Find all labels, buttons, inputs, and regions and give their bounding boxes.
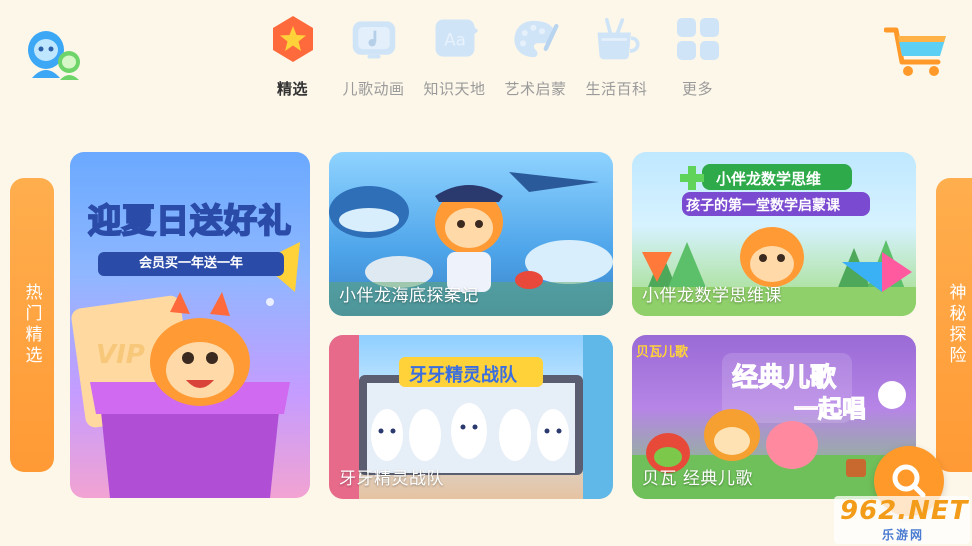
- video-card-teeth[interactable]: 牙牙精灵战队 牙牙精灵战队: [329, 335, 613, 499]
- side-tab-hot-picks[interactable]: 热门精选: [10, 178, 54, 472]
- nav-label: 艺术启蒙: [504, 80, 567, 98]
- card-title: 贝瓦 经典儿歌: [642, 469, 753, 489]
- svg-text:Aa: Aa: [444, 30, 466, 49]
- nav-label: 儿歌动画: [342, 80, 405, 98]
- nav-label: 更多: [681, 80, 713, 98]
- star-icon: [268, 14, 318, 64]
- watermark: 962.NET 乐游网: [834, 496, 970, 544]
- top-nav: 精选 儿歌动画 Aa 知识天地 艺术启蒙 生活百科 更多: [252, 14, 738, 104]
- shopping-cart-icon[interactable]: [883, 24, 950, 80]
- side-tab-label: 神秘探险: [945, 283, 966, 367]
- nav-tab-life[interactable]: 生活百科: [576, 14, 657, 104]
- math-banner-title: 小伴龙数学思维: [716, 170, 822, 188]
- songs-logo: 贝瓦儿歌: [636, 345, 689, 360]
- video-card-math[interactable]: 小伴龙数学思维 孩子的第一堂数学启蒙课 小伴龙数学思维课: [632, 152, 916, 316]
- card-title: 小伴龙海底探案记: [339, 286, 479, 306]
- cup-icon: [592, 14, 642, 64]
- nav-tab-featured[interactable]: 精选: [252, 14, 333, 104]
- vip-badge: VIP: [96, 340, 145, 370]
- card-title: 牙牙精灵战队: [339, 469, 444, 489]
- watermark-sub: 乐游网: [882, 528, 925, 542]
- side-tab-label: 热门精选: [21, 283, 42, 367]
- palette-icon: [511, 14, 561, 64]
- nav-tab-art[interactable]: 艺术启蒙: [495, 14, 576, 104]
- video-card-songs[interactable]: 经典儿歌 一起唱 贝瓦儿歌 贝瓦 经典儿歌: [632, 335, 916, 499]
- video-card-ocean[interactable]: 小伴龙海底探案记: [329, 152, 613, 316]
- nav-label: 精选: [276, 80, 308, 98]
- watermark-main: 962.NET: [840, 496, 969, 526]
- promo-card[interactable]: 迎夏日送好礼 会员买一年送一年 VIP: [70, 152, 310, 498]
- promo-subtitle: 会员买一年送一年: [98, 252, 284, 276]
- book-aa-icon: Aa: [430, 14, 480, 64]
- user-avatar-icon[interactable]: [24, 26, 86, 84]
- promo-title: 迎夏日送好礼: [87, 200, 292, 241]
- nav-label: 知识天地: [423, 80, 486, 98]
- nav-tab-songs[interactable]: 儿歌动画: [333, 14, 414, 104]
- teeth-banner: 牙牙精灵战队: [409, 365, 517, 386]
- nav-tab-knowledge[interactable]: Aa 知识天地: [414, 14, 495, 104]
- nav-tab-more[interactable]: 更多: [657, 14, 738, 104]
- nav-label: 生活百科: [585, 80, 648, 98]
- tv-music-icon: [349, 14, 399, 64]
- math-banner-subtitle: 孩子的第一堂数学启蒙课: [686, 198, 840, 214]
- search-icon: [892, 464, 926, 498]
- side-tab-adventure[interactable]: 神秘探险: [936, 178, 972, 472]
- songs-banner-line2: 一起唱: [794, 395, 867, 424]
- card-title: 小伴龙数学思维课: [642, 286, 782, 306]
- grid-icon: [673, 14, 723, 64]
